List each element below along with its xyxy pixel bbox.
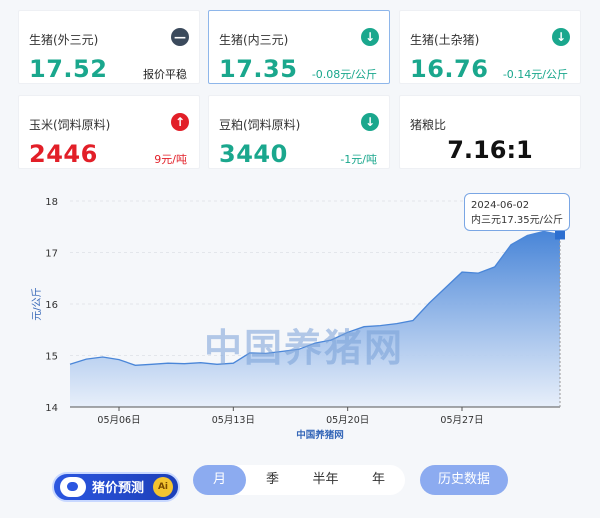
forecast-label: 猪价预测: [92, 481, 145, 496]
card-name: 生猪(外三元): [29, 33, 99, 47]
x-tick-label: 05月06日: [97, 415, 140, 426]
card-name: 豆粕(饲料原料): [219, 118, 301, 132]
tooltip-date: 2024-06-02: [471, 200, 530, 211]
y-tick-label: 15: [45, 352, 58, 363]
range-tabs: 月 季 半年 年: [193, 465, 405, 495]
card-change: -1元/吨: [340, 153, 377, 166]
card-name: 生猪(内三元): [219, 33, 289, 47]
card-name: 生猪(土杂猪): [410, 33, 480, 47]
arrow-down-icon: ↓: [361, 28, 379, 46]
card-change: -0.08元/公斤: [311, 68, 377, 81]
price-card-pig-grain-ratio[interactable]: 猪粮比 7.16:1: [399, 95, 581, 169]
price-card-soybean-meal[interactable]: 豆粕(饲料原料) ↓ 3440 -1元/吨: [208, 95, 390, 169]
history-data-button[interactable]: 历史数据: [420, 465, 508, 495]
y-tick-label: 14: [45, 403, 58, 414]
y-tick-label: 17: [45, 249, 58, 260]
arrow-down-icon: ↓: [361, 113, 379, 131]
arrow-down-icon: ↓: [552, 28, 570, 46]
card-name: 猪粮比: [410, 118, 447, 132]
y-tick-label: 16: [45, 300, 58, 311]
flat-icon: —: [171, 28, 189, 46]
card-price: 17.52: [29, 55, 108, 83]
price-card-pig-local[interactable]: 生猪(土杂猪) ↓ 16.76 -0.14元/公斤: [399, 10, 581, 84]
tooltip-value: 内三元17.35元/公斤: [471, 215, 563, 226]
tab-month[interactable]: 月: [193, 465, 246, 495]
card-name: 玉米(饲料原料): [29, 118, 111, 132]
price-card-pig-inner-three[interactable]: 生猪(内三元) ↓ 17.35 -0.08元/公斤: [208, 10, 390, 84]
tab-quarter[interactable]: 季: [246, 465, 299, 495]
card-price: 3440: [219, 140, 288, 168]
tab-half-year[interactable]: 半年: [299, 465, 352, 495]
card-price: 17.35: [219, 55, 298, 83]
card-change: 报价平稳: [143, 68, 187, 81]
tab-year[interactable]: 年: [352, 465, 405, 495]
price-card-corn[interactable]: 玉米(饲料原料) ↑ 2446 9元/吨: [18, 95, 200, 169]
ai-coin-icon: Ai: [153, 477, 173, 497]
ratio-value: 7.16:1: [447, 136, 533, 164]
y-axis-title: 元/公斤: [31, 287, 43, 320]
x-tick-label: 05月13日: [212, 415, 255, 426]
card-change: 9元/吨: [154, 153, 187, 166]
chart-tooltip: 2024-06-02 内三元17.35元/公斤: [464, 193, 570, 231]
price-card-pig-outer-three[interactable]: 生猪(外三元) — 17.52 报价平稳: [18, 10, 200, 84]
x-tick-label: 05月20日: [326, 415, 369, 426]
cloud-icon: [60, 477, 86, 497]
y-tick-label: 18: [45, 197, 58, 208]
x-tick-label: 05月27日: [440, 415, 483, 426]
card-price: 16.76: [410, 55, 489, 83]
series-area: [70, 231, 560, 407]
arrow-up-icon: ↑: [171, 113, 189, 131]
x-axis-title: 中国养猪网: [296, 429, 344, 440]
price-forecast-button[interactable]: 猪价预测 Ai: [52, 472, 180, 502]
card-change: -0.14元/公斤: [502, 68, 568, 81]
card-price: 2446: [29, 140, 98, 168]
